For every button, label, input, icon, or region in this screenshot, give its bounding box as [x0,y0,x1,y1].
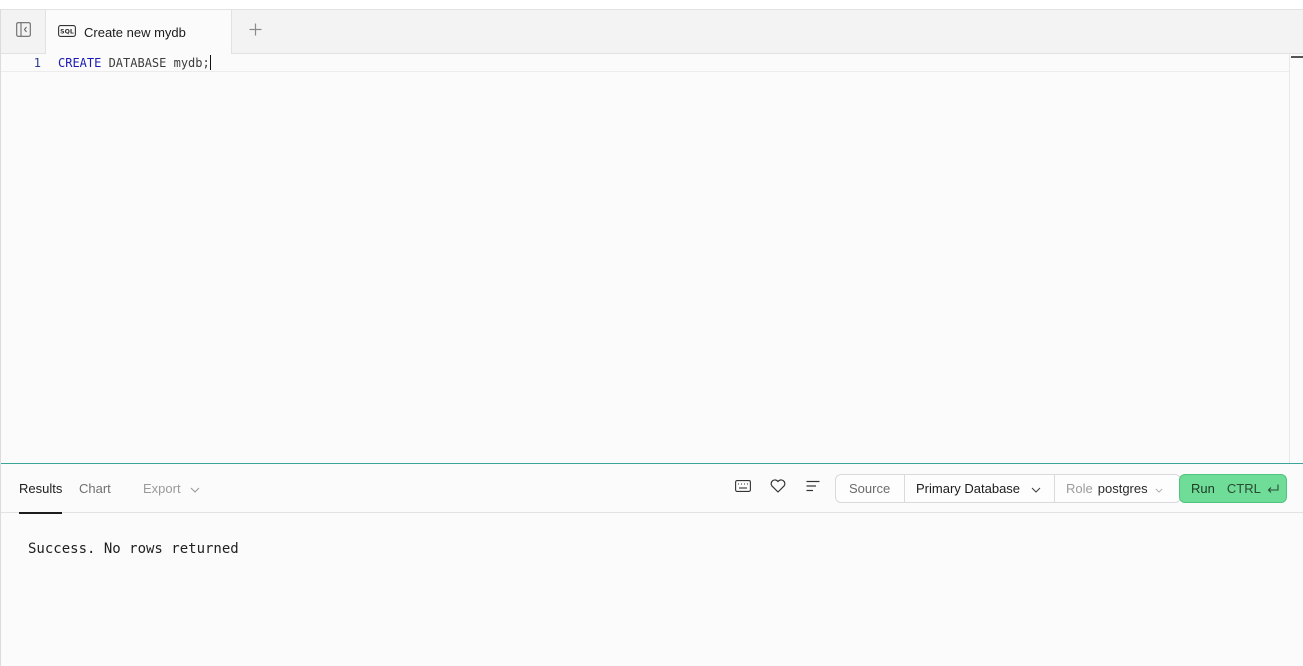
sql-file-icon: SQL [58,24,76,42]
tab-chart-label: Chart [79,481,111,496]
svg-text:SQL: SQL [60,28,74,35]
align-left-icon [806,479,820,497]
keyboard-icon [735,479,751,497]
editor-line[interactable]: 1 CREATE DATABASE mydb; [1,54,1289,72]
chevron-down-icon [1031,481,1041,496]
tab-results[interactable]: Results [19,464,63,514]
source-label: Source [836,475,905,502]
role-value: postgres [1097,481,1148,496]
tab-chart[interactable]: Chart [79,464,111,513]
favorite-button[interactable] [769,478,787,498]
enter-icon [1267,484,1279,494]
editor-scrollbar[interactable] [1289,54,1303,463]
code-editor[interactable]: 1 CREATE DATABASE mydb; [1,54,1303,463]
sql-statement-rest: DATABASE mydb; [101,56,210,70]
tab-label: Create new mydb [84,25,186,40]
source-label-text: Source [849,481,891,496]
role-select[interactable]: Role postgres [1055,475,1180,502]
database-select[interactable]: Primary Database [905,475,1055,502]
line-number: 1 [33,56,41,70]
tab-results-label: Results [19,481,63,496]
sql-keyword: CREATE [58,56,102,70]
plus-icon [249,23,262,41]
run-label: Run [1191,481,1215,496]
role-label: Role [1066,481,1093,496]
code-text[interactable]: CREATE DATABASE mydb; [58,55,212,71]
sidebar-collapse-icon [15,22,31,42]
run-shortcut: CTRL [1226,481,1261,496]
heart-icon [770,478,786,498]
results-toolbar: Results Chart Export Source Primary Data… [1,464,1303,514]
add-tab-button[interactable] [245,21,265,43]
format-query-button[interactable] [804,479,822,497]
export-label: Export [143,481,181,496]
sidebar-toggle-button[interactable] [1,10,46,54]
text-cursor [209,55,212,70]
sql-editor-app: SQL Create new mydb 1 CREATE DATABASE my… [0,9,1303,666]
export-dropdown[interactable]: Export [143,464,200,513]
results-panel: Results Chart Export Source Primary Data… [1,463,1303,666]
keyboard-shortcuts-button[interactable] [734,479,752,497]
tab-bar: SQL Create new mydb [1,9,1303,55]
chevron-down-icon [1155,481,1163,496]
overview-ruler-marker [1291,56,1303,58]
database-value: Primary Database [916,481,1021,496]
tab-create-new-mydb[interactable]: SQL Create new mydb [46,10,232,55]
chevron-down-icon [190,481,200,496]
run-button[interactable]: Run CTRL [1179,474,1287,503]
result-message: Success. No rows returned [28,541,239,557]
connection-selector: Source Primary Database Role postgres [835,474,1181,503]
